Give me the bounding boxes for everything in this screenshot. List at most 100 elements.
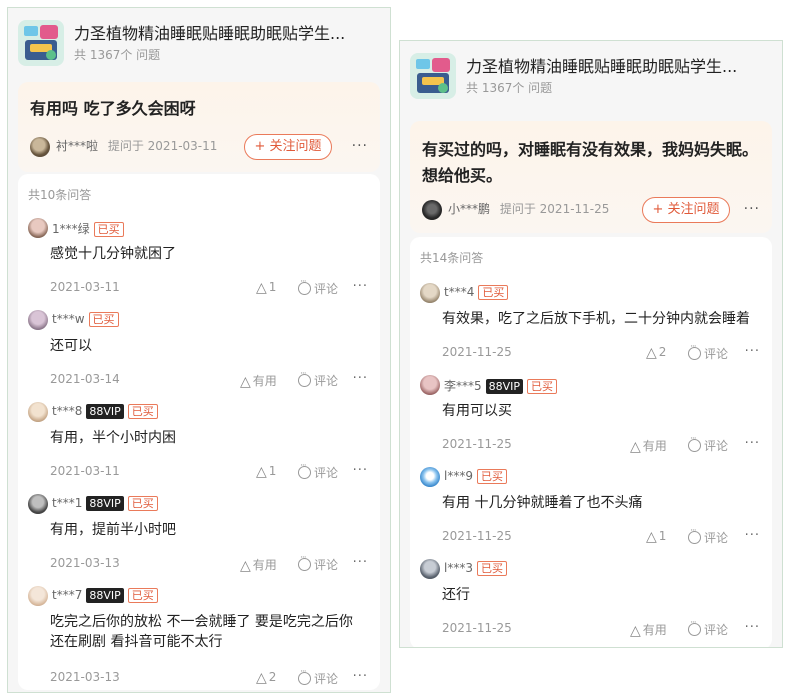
- answer-meta: 2021-11-25 △有用 评论 ···: [442, 434, 760, 455]
- product-title[interactable]: 力圣植物精油睡眠贴睡眠助眠贴学生...: [466, 53, 737, 77]
- bought-badge: 已买: [478, 285, 509, 300]
- comment-button[interactable]: 评论: [298, 553, 339, 573]
- vip-badge: 88VIP: [485, 379, 524, 394]
- thumb-up-icon: △: [256, 464, 267, 480]
- comment-icon: [298, 277, 311, 295]
- asker-name: 小***鹏: [448, 202, 491, 216]
- comment-button[interactable]: 评论: [298, 667, 338, 687]
- comment-icon: [688, 526, 701, 544]
- qa-panel-left: 力圣植物精油睡眠贴睡眠助眠贴学生... 共 1367个 问题 有用吗 吃了多久会…: [7, 7, 391, 693]
- user-avatar[interactable]: [420, 467, 440, 487]
- bought-badge: 已买: [127, 404, 158, 419]
- user-avatar[interactable]: [28, 218, 48, 238]
- like-button[interactable]: △ 1: [256, 464, 276, 480]
- more-options-icon[interactable]: ···: [352, 138, 368, 154]
- user-avatar[interactable]: [28, 402, 48, 422]
- answer-item: t***7 88VIP 已买 吃完之后你的放松 不一会就睡了 要是吃完之后你还在刷剧…: [18, 586, 380, 690]
- answer-item: t***w已买 还可以 2021-03-14 △有用 评论 ···: [18, 310, 380, 392]
- more-options-icon[interactable]: ···: [745, 528, 760, 543]
- comment-button[interactable]: 评论: [688, 434, 728, 454]
- vip-badge: 88VIP: [86, 404, 124, 419]
- asker-row: 衬***啦 提问于 2021-03-11 + 关注问题 ···: [30, 134, 368, 160]
- product-thumbnail[interactable]: [410, 53, 456, 99]
- like-label: 有用: [642, 623, 667, 637]
- question-text: 有买过的吗，对睡眠有没有效果，我妈妈失眠。想给他买。: [422, 140, 759, 185]
- user-avatar[interactable]: [420, 375, 440, 395]
- bought-badge: 已买: [527, 379, 558, 394]
- more-options-icon[interactable]: ···: [353, 555, 368, 570]
- like-button[interactable]: △ 有用: [240, 556, 277, 574]
- user-avatar[interactable]: [420, 283, 440, 303]
- like-button[interactable]: △ 1: [256, 280, 276, 296]
- more-options-icon[interactable]: ···: [353, 371, 368, 386]
- thumb-up-icon: △: [646, 345, 657, 361]
- like-button[interactable]: △ 有用: [630, 621, 667, 639]
- answer-username: l***9: [444, 469, 473, 483]
- user-avatar[interactable]: [28, 494, 48, 514]
- user-avatar[interactable]: [420, 559, 440, 579]
- comment-button[interactable]: 评论: [298, 369, 338, 389]
- like-count: 1: [268, 464, 277, 478]
- answers-list: 共14条问答 t***4 已买 有效果，吃了之后放下手机，二十分钟内就会睡着 20…: [410, 237, 772, 647]
- answer-meta: 2021-03-11 △1 评论 ···: [50, 461, 368, 482]
- product-header[interactable]: 力圣植物精油睡眠贴睡眠助眠贴学生... 共 1367个 问题: [8, 8, 390, 76]
- comment-icon: [688, 434, 701, 452]
- answer-text: 还行: [442, 587, 470, 603]
- answer-meta: 2021-03-13 △有用 评论 ···: [50, 553, 368, 574]
- answers-count: 共14条问答: [420, 251, 484, 265]
- product-thumbnail[interactable]: [18, 20, 64, 66]
- answer-username: t***4: [444, 285, 475, 299]
- like-button[interactable]: △ 2: [256, 670, 276, 686]
- product-title[interactable]: 力圣植物精油睡眠贴睡眠助眠贴学生...: [74, 20, 345, 44]
- bought-badge: 已买: [476, 561, 507, 576]
- comment-label: 评论: [314, 558, 339, 572]
- comment-label: 评论: [704, 347, 729, 361]
- asked-date: 提问于 2021-03-11: [107, 139, 218, 153]
- answer-date: 2021-11-25: [442, 437, 512, 451]
- answer-item: 李***588VIP已买 有用可以买 2021-11-25 △有用 评论 ···: [410, 375, 772, 457]
- answer-meta: 2021-03-11 △1 评论 ···: [50, 277, 368, 298]
- like-button[interactable]: △ 2: [646, 345, 666, 361]
- bought-badge: 已买: [476, 469, 507, 484]
- comment-icon: [688, 618, 701, 636]
- more-options-icon[interactable]: ···: [353, 279, 368, 294]
- comment-button[interactable]: 评论: [298, 461, 338, 481]
- like-button[interactable]: △ 有用: [630, 437, 667, 455]
- like-button[interactable]: △ 1: [646, 529, 666, 545]
- more-options-icon[interactable]: ···: [744, 201, 760, 217]
- more-options-icon[interactable]: ···: [745, 620, 760, 635]
- asked-date: 提问于 2021-11-25: [499, 202, 610, 216]
- more-options-icon[interactable]: ···: [353, 463, 368, 478]
- answers-list: 共10条问答 1***绿已买 感觉十几分钟就困了 2021-03-11 △1 评…: [18, 174, 380, 690]
- like-button[interactable]: △ 有用: [240, 372, 277, 390]
- asker-name: 衬***啦: [56, 139, 99, 153]
- comment-button[interactable]: 评论: [688, 618, 728, 638]
- user-avatar[interactable]: [28, 586, 48, 606]
- answer-text: 有用可以买: [442, 403, 512, 419]
- like-count: 1: [658, 529, 667, 543]
- question-card: 有买过的吗，对睡眠有没有效果，我妈妈失眠。想给他买。 小***鹏 提问于 202…: [410, 121, 772, 233]
- like-label: 有用: [252, 558, 277, 572]
- more-options-icon[interactable]: ···: [353, 669, 368, 684]
- more-options-icon[interactable]: ···: [745, 344, 760, 359]
- answer-item: 1***绿已买 感觉十几分钟就困了 2021-03-11 △1 评论 ···: [18, 218, 380, 300]
- answers-count: 共10条问答: [28, 188, 92, 202]
- user-avatar[interactable]: [28, 310, 48, 330]
- answer-date: 2021-11-25: [442, 345, 512, 359]
- like-count: 2: [658, 345, 667, 359]
- comment-button[interactable]: 评论: [688, 526, 728, 546]
- comment-label: 评论: [314, 282, 339, 296]
- answer-meta: 2021-11-25 △有用 评论 ···: [442, 618, 760, 639]
- answer-username: t***8: [52, 404, 83, 418]
- follow-question-button[interactable]: + 关注问题: [642, 197, 730, 223]
- answer-text: 感觉十几分钟就困了: [50, 246, 176, 262]
- answer-text: 还可以: [50, 338, 92, 354]
- comment-button[interactable]: 评论: [688, 342, 729, 362]
- question-count: 共 1367个 问题: [466, 81, 553, 95]
- follow-question-button[interactable]: + 关注问题: [244, 134, 332, 160]
- product-header[interactable]: 力圣植物精油睡眠贴睡眠助眠贴学生... 共 1367个 问题: [400, 41, 782, 109]
- question-card: 有用吗 吃了多久会困呀 衬***啦 提问于 2021-03-11 + 关注问题 …: [18, 82, 380, 172]
- more-options-icon[interactable]: ···: [745, 436, 760, 451]
- answer-meta: 2021-11-25 △1 评论 ···: [442, 526, 760, 547]
- comment-button[interactable]: 评论: [298, 277, 339, 297]
